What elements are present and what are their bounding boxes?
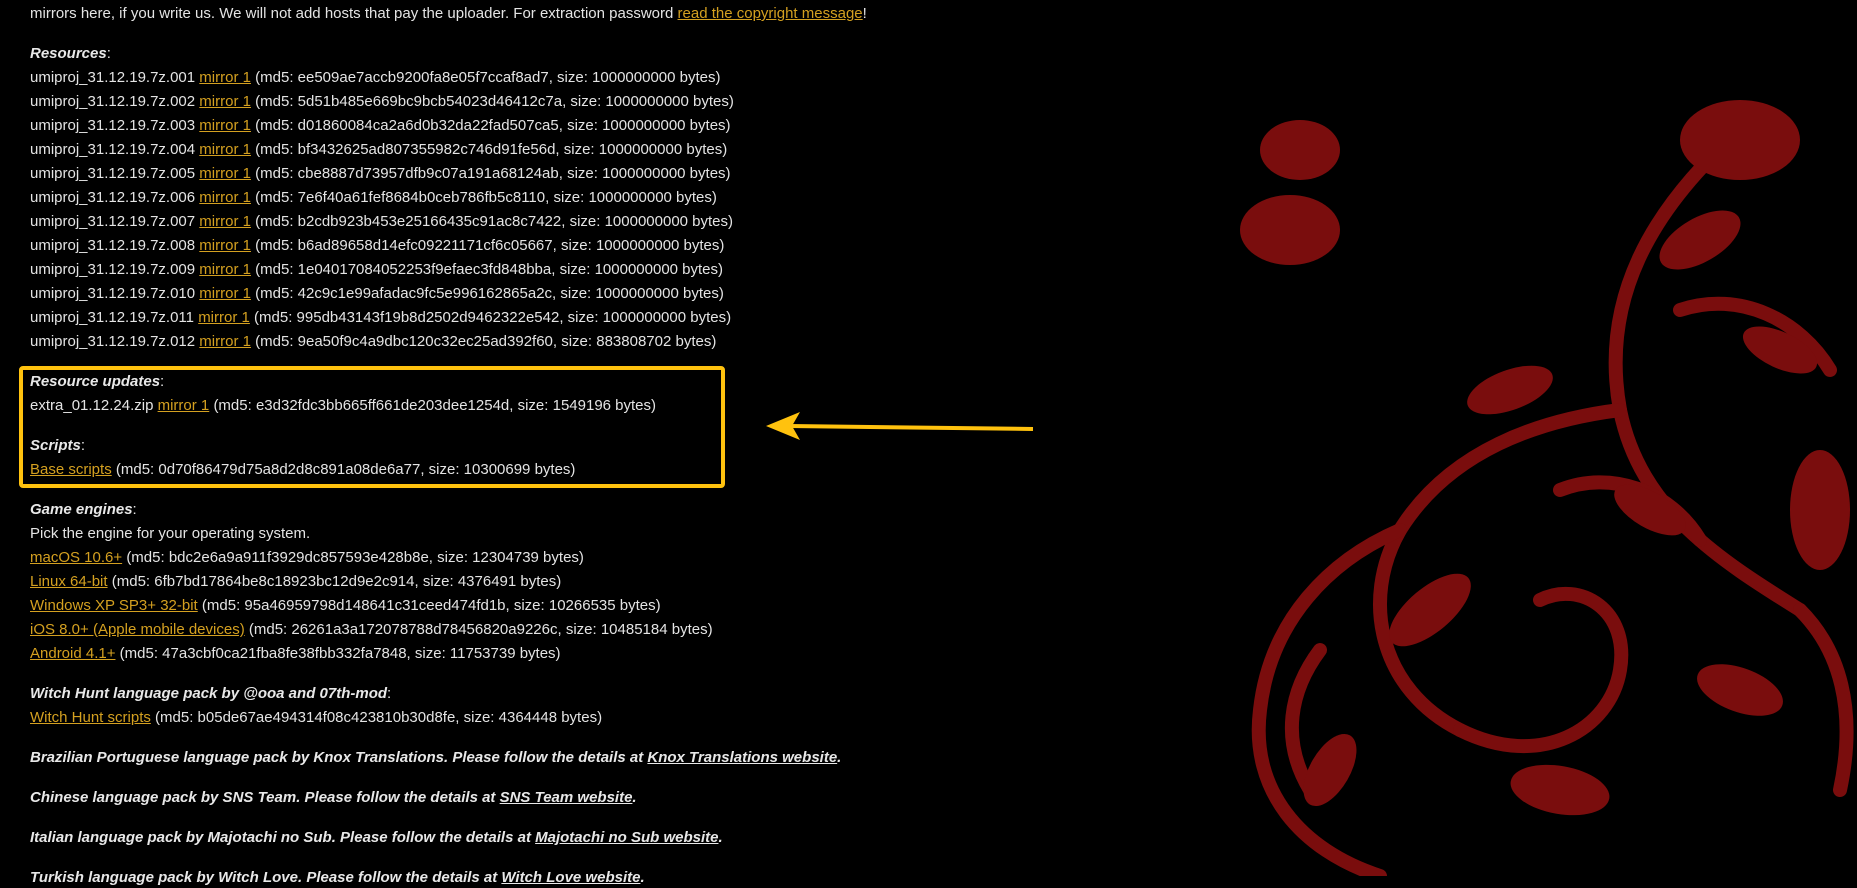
resource-row: umiproj_31.12.19.7z.009 mirror 1 (md5: 1… xyxy=(30,260,723,280)
resource-checksum: (md5: d01860084ca2a6d0b32da22fad507ca5, … xyxy=(255,117,731,134)
resource-mirror-link[interactable]: mirror 1 xyxy=(199,285,251,302)
resource-row: umiproj_31.12.19.7z.011 mirror 1 (md5: 9… xyxy=(30,308,731,328)
resource-checksum: (md5: ee509ae7accb9200fa8e05f7ccaf8ad7, … xyxy=(255,69,721,86)
language-pack-text: Brazilian Portuguese language pack by Kn… xyxy=(30,749,648,766)
resource-filename: umiproj_31.12.19.7z.006 xyxy=(30,189,196,206)
witch-hunt-row: Witch Hunt scripts (md5: b05de67ae494314… xyxy=(30,709,603,726)
resource-mirror-link[interactable]: mirror 1 xyxy=(199,237,251,254)
witch-hunt-heading: Witch Hunt language pack by @ooa and 07t… xyxy=(30,685,392,702)
resource-filename: umiproj_31.12.19.7z.011 xyxy=(30,309,195,326)
resource-filename: umiproj_31.12.19.7z.002 xyxy=(30,93,196,110)
engine-download-link[interactable]: macOS 10.6+ xyxy=(30,549,122,566)
highlight-box xyxy=(19,366,725,488)
witch-hunt-scripts-link[interactable]: Witch Hunt scripts xyxy=(30,709,151,726)
floral-decoration-icon xyxy=(1240,100,1854,876)
language-pack-row: Italian language pack by Majotachi no Su… xyxy=(30,828,723,848)
game-engines-description: Pick the engine for your operating syste… xyxy=(30,525,311,542)
language-pack-website-link[interactable]: SNS Team website xyxy=(500,789,633,806)
engine-row: Windows XP SP3+ 32-bit (md5: 95a46959798… xyxy=(30,596,661,616)
resource-row: umiproj_31.12.19.7z.007 mirror 1 (md5: b… xyxy=(30,212,733,232)
language-pack-text: Italian language pack by Majotachi no Su… xyxy=(30,829,536,846)
resource-mirror-link[interactable]: mirror 1 xyxy=(199,69,251,86)
resources-heading: Resources: xyxy=(30,45,111,62)
period: . xyxy=(837,749,842,766)
language-pack-website-link[interactable]: Knox Translations website xyxy=(647,749,837,766)
resource-checksum: (md5: bf3432625ad807355982c746d91fe56d, … xyxy=(255,141,728,158)
copyright-message-link[interactable]: read the copyright message xyxy=(678,5,863,22)
language-pack-website-link[interactable]: Witch Love website xyxy=(501,869,640,886)
resource-filename: umiproj_31.12.19.7z.001 xyxy=(30,69,196,86)
resource-mirror-link[interactable]: mirror 1 xyxy=(199,93,251,110)
language-pack-row: Brazilian Portuguese language pack by Kn… xyxy=(30,748,841,768)
engine-download-link[interactable]: Android 4.1+ xyxy=(30,645,115,662)
period: . xyxy=(640,869,645,886)
resource-checksum: (md5: 5d51b485e669bc9bcb54023d46412c7a, … xyxy=(255,93,734,110)
language-pack-website-link[interactable]: Majotachi no Sub website xyxy=(535,829,718,846)
resource-mirror-link[interactable]: mirror 1 xyxy=(199,165,251,182)
engine-checksum: (md5: 6fb7bd17864be8c18923bc12d9e2c914, … xyxy=(111,573,562,590)
resource-row: umiproj_31.12.19.7z.010 mirror 1 (md5: 4… xyxy=(30,284,724,304)
engine-row: iOS 8.0+ (Apple mobile devices) (md5: 26… xyxy=(30,620,713,640)
resource-row: umiproj_31.12.19.7z.005 mirror 1 (md5: c… xyxy=(30,164,731,184)
resource-filename: umiproj_31.12.19.7z.005 xyxy=(30,165,196,182)
resource-filename: umiproj_31.12.19.7z.009 xyxy=(30,261,196,278)
resource-mirror-link[interactable]: mirror 1 xyxy=(199,117,251,134)
game-engines-heading: Game engines: xyxy=(30,501,137,518)
engine-row: Android 4.1+ (md5: 47a3cbf0ca21fba8fe38f… xyxy=(30,644,561,664)
resource-checksum: (md5: 7e6f40a61fef8684b0ceb786fb5c8110, … xyxy=(255,189,717,206)
resource-row: umiproj_31.12.19.7z.008 mirror 1 (md5: b… xyxy=(30,236,724,256)
resource-filename: umiproj_31.12.19.7z.004 xyxy=(30,141,196,158)
resource-row: umiproj_31.12.19.7z.003 mirror 1 (md5: d… xyxy=(30,116,731,136)
engine-checksum: (md5: 26261a3a172078788d78456820a9226c, … xyxy=(248,621,713,638)
resource-filename: umiproj_31.12.19.7z.012 xyxy=(30,333,196,350)
arrow-shaft xyxy=(789,424,1034,431)
language-pack-row: Chinese language pack by SNS Team. Pleas… xyxy=(30,788,637,808)
arrow-left-icon xyxy=(766,412,800,440)
intro-paragraph: mirrors here, if you write us. We will n… xyxy=(30,5,867,22)
language-pack-text: Turkish language pack by Witch Love. Ple… xyxy=(30,869,502,886)
period: . xyxy=(718,829,723,846)
resource-row: umiproj_31.12.19.7z.012 mirror 1 (md5: 9… xyxy=(30,332,716,352)
resource-checksum: (md5: cbe8887d73957dfb9c07a191a68124ab, … xyxy=(255,165,731,182)
resource-mirror-link[interactable]: mirror 1 xyxy=(199,261,251,278)
resource-checksum: (md5: 1e04017084052253f9efaec3fd848bba, … xyxy=(255,261,724,278)
resource-mirror-link[interactable]: mirror 1 xyxy=(199,141,251,158)
engine-download-link[interactable]: Linux 64-bit xyxy=(30,573,108,590)
resource-filename: umiproj_31.12.19.7z.008 xyxy=(30,237,196,254)
engine-row: Linux 64-bit (md5: 6fb7bd17864be8c18923b… xyxy=(30,572,561,592)
engine-row: macOS 10.6+ (md5: bdc2e6a9a911f3929dc857… xyxy=(30,548,584,568)
resource-checksum: (md5: 9ea50f9c4a9dbc120c32ec25ad392f60, … xyxy=(255,333,717,350)
resource-filename: umiproj_31.12.19.7z.010 xyxy=(30,285,196,302)
resource-filename: umiproj_31.12.19.7z.003 xyxy=(30,117,196,134)
engine-download-link[interactable]: Windows XP SP3+ 32-bit xyxy=(30,597,198,614)
language-pack-row: Turkish language pack by Witch Love. Ple… xyxy=(30,868,645,888)
resource-checksum: (md5: b2cdb923b453e25166435c91ac8c7422, … xyxy=(255,213,734,230)
resource-mirror-link[interactable]: mirror 1 xyxy=(198,309,250,326)
engine-checksum: (md5: 47a3cbf0ca21fba8fe38fbb332fa7848, … xyxy=(119,645,561,662)
resource-row: umiproj_31.12.19.7z.004 mirror 1 (md5: b… xyxy=(30,140,727,160)
resource-mirror-link[interactable]: mirror 1 xyxy=(199,189,251,206)
resource-filename: umiproj_31.12.19.7z.007 xyxy=(30,213,196,230)
resource-mirror-link[interactable]: mirror 1 xyxy=(199,213,251,230)
language-pack-text: Chinese language pack by SNS Team. Pleas… xyxy=(30,789,500,806)
resource-row: umiproj_31.12.19.7z.006 mirror 1 (md5: 7… xyxy=(30,188,717,208)
resource-row: umiproj_31.12.19.7z.002 mirror 1 (md5: 5… xyxy=(30,92,734,112)
resource-checksum: (md5: 995db43143f19b8d2502d9462322e542, … xyxy=(254,309,732,326)
resource-row: umiproj_31.12.19.7z.001 mirror 1 (md5: e… xyxy=(30,68,721,88)
engine-download-link[interactable]: iOS 8.0+ (Apple mobile devices) xyxy=(30,621,245,638)
resource-checksum: (md5: b6ad89658d14efc09221171cf6c05667, … xyxy=(255,237,725,254)
engine-checksum: (md5: bdc2e6a9a911f3929dc857593e428b8e, … xyxy=(126,549,584,566)
period: . xyxy=(632,789,637,806)
resource-checksum: (md5: 42c9c1e99afadac9fc5e996162865a2c, … xyxy=(255,285,724,302)
engine-checksum: (md5: 95a46959798d148641c31ceed474fd1b, … xyxy=(201,597,661,614)
resource-mirror-link[interactable]: mirror 1 xyxy=(199,333,251,350)
